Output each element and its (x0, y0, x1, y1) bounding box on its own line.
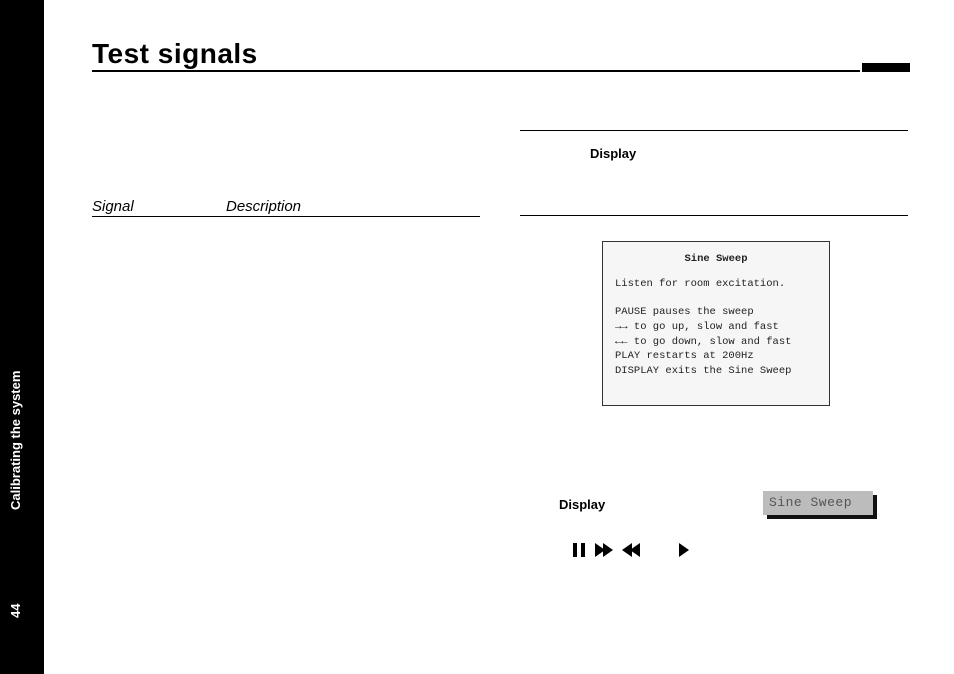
page-number: 44 (8, 604, 23, 618)
fast-forward-icon (595, 541, 611, 559)
lcd-line-2: →→ to go up, slow and fast (615, 320, 817, 335)
display-label-top: Display (590, 146, 636, 161)
lcd-instructions: PAUSE pauses the sweep →→ to go up, slow… (615, 305, 817, 378)
page-title: Test signals (92, 38, 258, 70)
rewind-icon (622, 541, 638, 559)
left-table-rule (92, 216, 480, 217)
section-label: Calibrating the system (8, 371, 23, 510)
lcd-title: Sine Sweep (615, 252, 817, 267)
play-icon (679, 543, 689, 557)
lcd-line-4: PLAY restarts at 200Hz (615, 349, 817, 364)
pause-icon (573, 543, 585, 557)
sine-sweep-chip: Sine Sweep (763, 491, 873, 515)
lcd-screen: Sine Sweep Listen for room excitation. P… (602, 241, 830, 406)
lcd-line-3: ←← to go down, slow and fast (615, 335, 817, 350)
lcd-listen-line: Listen for room excitation. (615, 277, 817, 292)
lcd-line-1: PAUSE pauses the sweep (615, 305, 817, 320)
transport-icons (573, 541, 733, 563)
title-underline (92, 70, 860, 72)
title-accent-block (862, 63, 910, 72)
right-rule-bottom (520, 215, 908, 216)
lcd-line-5: DISPLAY exits the Sine Sweep (615, 364, 817, 379)
column-header-description: Description (226, 198, 301, 215)
side-black-bar: Calibrating the system 44 (0, 0, 44, 674)
column-header-signal: Signal (92, 198, 134, 215)
display-label-bottom: Display (559, 497, 605, 512)
right-rule-top (520, 130, 908, 131)
